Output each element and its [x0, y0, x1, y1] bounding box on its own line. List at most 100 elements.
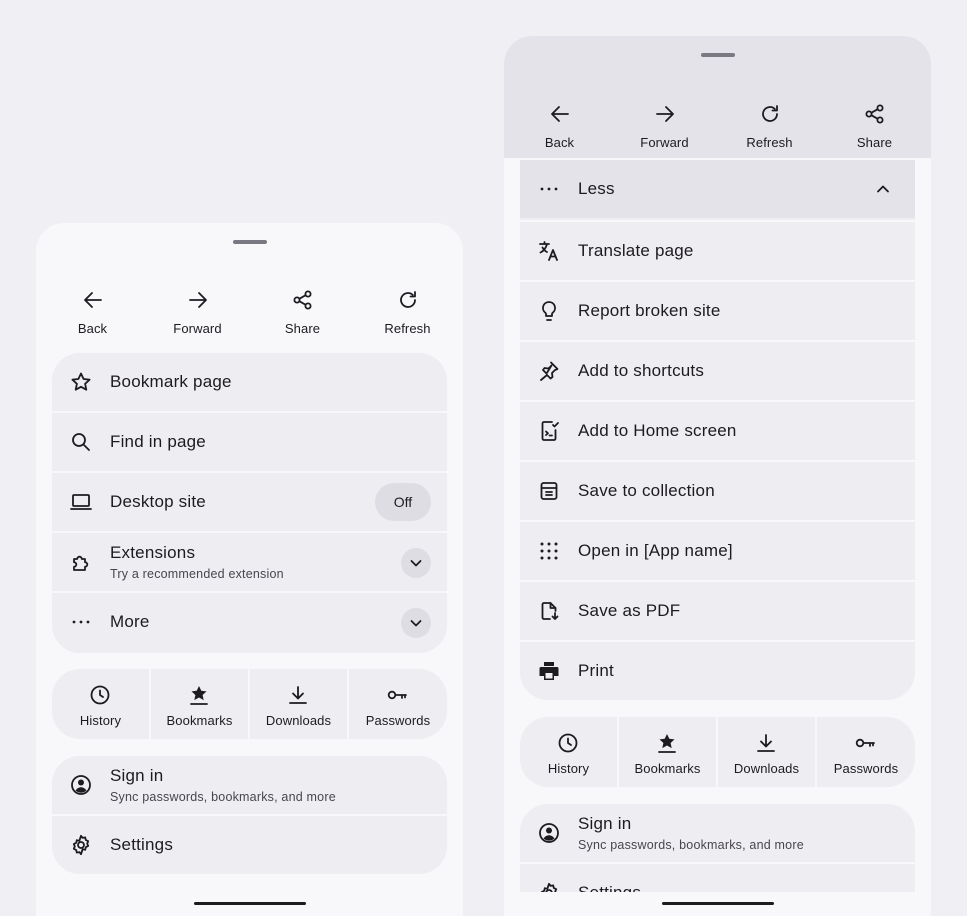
apps-grid-icon	[537, 539, 561, 563]
desktop-site-toggle[interactable]: Off	[375, 483, 431, 521]
forward-button[interactable]: Forward	[145, 285, 250, 345]
menu-sheet-collapsed: Back Forward Share Refresh Bookmark page…	[36, 223, 463, 916]
save-to-collection-item[interactable]: Save to collection	[520, 460, 915, 520]
bookmark-page-label: Bookmark page	[110, 372, 232, 391]
history-tile[interactable]: History	[52, 669, 149, 739]
translate-page-item[interactable]: Translate page	[520, 220, 915, 280]
settings-label: Settings	[110, 835, 174, 854]
refresh-button[interactable]: Refresh	[355, 285, 460, 345]
report-broken-site-item[interactable]: Report broken site	[520, 280, 915, 340]
clock-icon	[556, 731, 580, 755]
back-label: Back	[544, 135, 575, 150]
downloads-label: Downloads	[733, 761, 800, 776]
save-to-collection-label: Save to collection	[578, 481, 715, 500]
menu-sheet-expanded: Back Forward Refresh Share Less Translat…	[504, 36, 931, 916]
less-item[interactable]: Less	[520, 160, 915, 218]
forward-label: Forward	[640, 135, 689, 150]
download-icon	[754, 731, 778, 755]
more-actions-group: Less Translate page Report broken site A…	[520, 160, 915, 700]
account-circle-icon	[69, 773, 93, 797]
passwords-label: Passwords	[833, 761, 899, 776]
bookmark-page-item[interactable]: Bookmark page	[52, 353, 447, 411]
extensions-item[interactable]: Extensions Try a recommended extension	[52, 531, 447, 591]
share-label: Share	[284, 321, 321, 336]
back-button[interactable]: Back	[507, 99, 612, 159]
desktop-site-item[interactable]: Desktop site Off	[52, 471, 447, 531]
find-in-page-item[interactable]: Find in page	[52, 411, 447, 471]
add-to-home-screen-label: Add to Home screen	[578, 421, 737, 440]
arrow-forward-icon	[186, 288, 210, 312]
save-as-pdf-label: Save as PDF	[578, 601, 681, 620]
less-label: Less	[578, 179, 615, 198]
puzzle-icon	[69, 550, 93, 574]
clock-icon	[88, 683, 112, 707]
extensions-sublabel: Try a recommended extension	[110, 567, 284, 581]
open-in-app-item[interactable]: Open in [App name]	[520, 520, 915, 580]
translate-page-label: Translate page	[578, 241, 694, 260]
more-horizontal-icon	[69, 610, 93, 634]
sign-in-item[interactable]: Sign in Sync passwords, bookmarks, and m…	[520, 804, 915, 862]
sign-in-label: Sign in	[578, 814, 632, 833]
refresh-icon	[396, 288, 420, 312]
print-item[interactable]: Print	[520, 640, 915, 700]
account-circle-icon	[537, 821, 561, 845]
refresh-label: Refresh	[384, 321, 431, 336]
collection-icon	[537, 479, 561, 503]
drag-handle[interactable]	[700, 53, 735, 57]
add-to-shortcuts-label: Add to shortcuts	[578, 361, 705, 380]
print-label: Print	[578, 661, 614, 680]
history-tile[interactable]: History	[520, 717, 617, 787]
downloads-tile[interactable]: Downloads	[250, 669, 347, 739]
bookmark-star-icon	[187, 683, 211, 707]
more-item[interactable]: More	[52, 591, 447, 653]
library-tiles: History Bookmarks Downloads Passwords	[520, 717, 915, 787]
sign-in-label: Sign in	[110, 766, 164, 785]
drag-handle[interactable]	[232, 240, 267, 244]
nav-bar: Back Forward Share Refresh	[36, 285, 463, 345]
home-indicator	[193, 902, 306, 905]
passwords-tile[interactable]: Passwords	[349, 669, 447, 739]
history-label: History	[547, 761, 590, 776]
page-actions-group: Bookmark page Find in page Desktop site …	[52, 353, 447, 653]
add-to-home-screen-item[interactable]: Add to Home screen	[520, 400, 915, 460]
add-home-icon	[537, 419, 561, 443]
arrow-back-icon	[81, 288, 105, 312]
sign-in-sublabel: Sync passwords, bookmarks, and more	[578, 838, 804, 852]
arrow-forward-icon	[653, 102, 677, 126]
share-icon	[863, 102, 887, 126]
share-button[interactable]: Share	[822, 99, 927, 159]
gear-icon	[69, 833, 93, 857]
back-button[interactable]: Back	[40, 285, 145, 345]
more-label: More	[110, 612, 150, 631]
bookmarks-tile[interactable]: Bookmarks	[619, 717, 716, 787]
bookmarks-label: Bookmarks	[634, 761, 701, 776]
expand-more-button[interactable]	[401, 608, 431, 638]
downloads-tile[interactable]: Downloads	[718, 717, 815, 787]
share-label: Share	[856, 135, 893, 150]
home-indicator	[661, 902, 774, 905]
bookmarks-tile[interactable]: Bookmarks	[151, 669, 248, 739]
refresh-button[interactable]: Refresh	[717, 99, 822, 159]
add-to-shortcuts-item[interactable]: Add to shortcuts	[520, 340, 915, 400]
back-label: Back	[77, 321, 108, 336]
report-broken-site-label: Report broken site	[578, 301, 721, 320]
expand-extensions-button[interactable]	[401, 548, 431, 578]
forward-label: Forward	[173, 321, 222, 336]
pdf-save-icon	[537, 599, 561, 623]
chevron-up-icon[interactable]	[871, 177, 895, 201]
account-group: Sign in Sync passwords, bookmarks, and m…	[52, 756, 447, 874]
refresh-icon	[758, 102, 782, 126]
passwords-tile[interactable]: Passwords	[817, 717, 915, 787]
arrow-back-icon	[548, 102, 572, 126]
share-button[interactable]: Share	[250, 285, 355, 345]
settings-item[interactable]: Settings	[52, 814, 447, 874]
save-as-pdf-item[interactable]: Save as PDF	[520, 580, 915, 640]
sign-in-item[interactable]: Sign in Sync passwords, bookmarks, and m…	[52, 756, 447, 814]
downloads-label: Downloads	[265, 713, 332, 728]
printer-icon	[537, 659, 561, 683]
download-icon	[286, 683, 310, 707]
open-in-app-label: Open in [App name]	[578, 541, 733, 560]
share-icon	[291, 288, 315, 312]
forward-button[interactable]: Forward	[612, 99, 717, 159]
refresh-label: Refresh	[746, 135, 793, 150]
